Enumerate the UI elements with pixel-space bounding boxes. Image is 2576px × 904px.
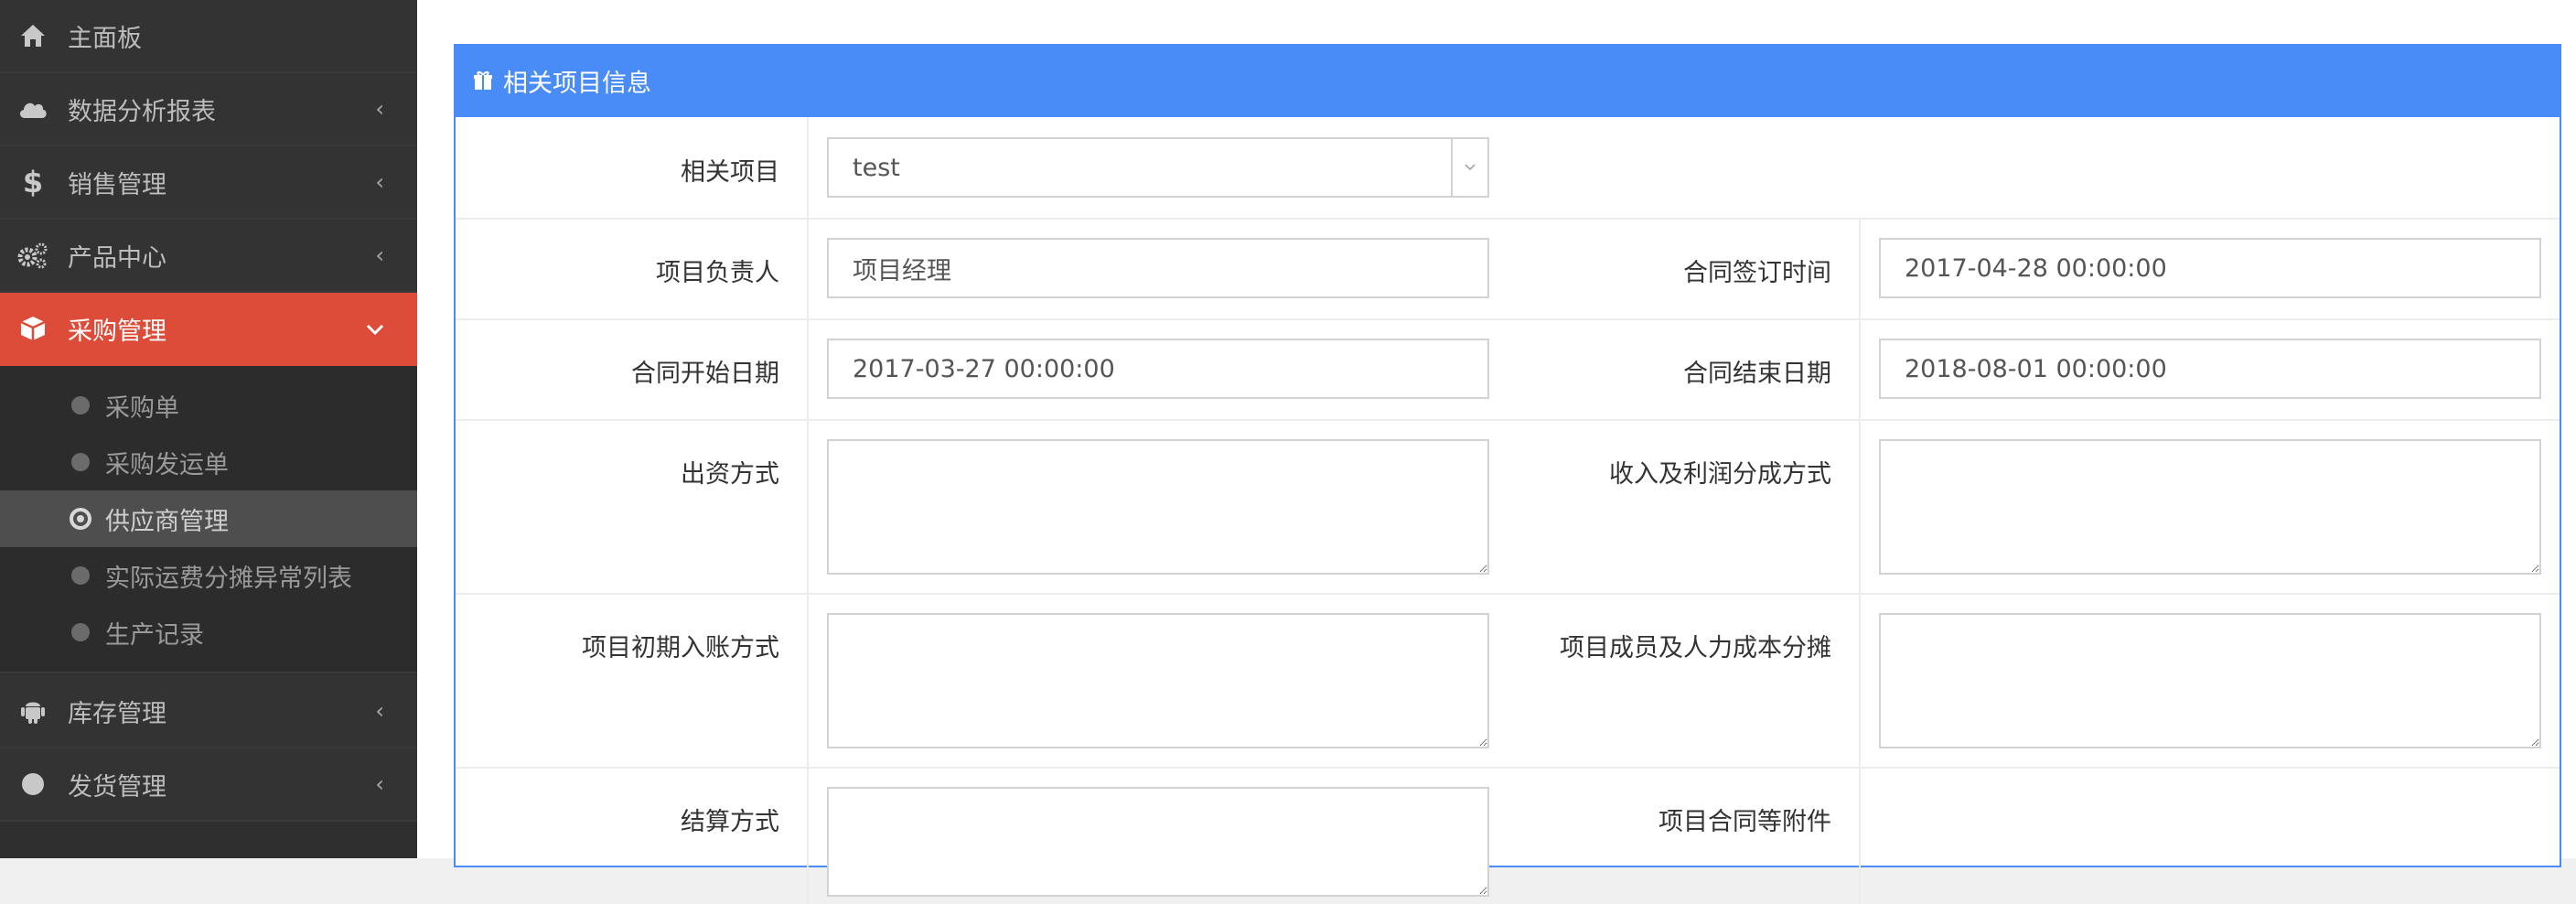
chevron-left-icon: ‹: [375, 96, 384, 122]
purchasing-submenu: 采购单 采购发运单 供应商管理 实际运费分摊异常列表 生产记录: [0, 366, 417, 673]
home-icon: [16, 19, 49, 52]
chevron-down-icon: [366, 316, 384, 341]
nav-label: 产品中心: [68, 243, 166, 273]
submenu-item-freight-exceptions[interactable]: 实际运费分摊异常列表: [0, 547, 417, 604]
submenu-label: 采购发运单: [105, 450, 229, 479]
form-row: 结算方式 项目合同等附件: [456, 767, 2560, 904]
settlement-textarea[interactable]: [827, 787, 1489, 897]
submenu-label: 生产记录: [105, 620, 204, 650]
gift-icon: [472, 70, 494, 91]
submenu-label: 实际运费分摊异常列表: [105, 564, 352, 593]
project-label: 相关项目: [681, 158, 779, 187]
submenu-label: 供应商管理: [105, 507, 229, 536]
submenu-item-production-records[interactable]: 生产记录: [0, 604, 417, 661]
attachment-label: 项目合同等附件: [1658, 808, 1831, 836]
nav-item-data-reports[interactable]: 数据分析报表 ‹: [0, 73, 417, 146]
panel-header: 相关项目信息: [456, 44, 2560, 117]
nav-item-sales[interactable]: $ 销售管理 ‹: [0, 146, 417, 220]
funding-textarea[interactable]: [827, 439, 1489, 575]
submenu-item-supplier-management[interactable]: 供应商管理: [0, 490, 417, 547]
submenu-label: 采购单: [105, 393, 179, 423]
nav-item-dashboard[interactable]: 主面板: [0, 0, 417, 73]
submenu-item-purchase-shipment[interactable]: 采购发运单: [0, 434, 417, 490]
cube-icon: [16, 312, 49, 345]
nav-item-purchasing[interactable]: 采购管理: [0, 293, 417, 366]
cloud-icon: [16, 92, 49, 125]
settlement-label: 结算方式: [681, 808, 779, 836]
project-info-panel: 相关项目信息 相关项目 test 项目负责人 项目经理 合同签订时间 2017-…: [454, 44, 2561, 904]
panel-title: 相关项目信息: [503, 69, 651, 98]
members-cost-label: 项目成员及人力成本分摊: [1560, 634, 1831, 662]
manager-input[interactable]: 项目经理: [827, 238, 1489, 298]
sign-time-label: 合同签订时间: [1683, 259, 1831, 287]
chevron-left-icon: ‹: [375, 771, 384, 797]
nav-label: 发货管理: [68, 772, 166, 802]
project-select-value: test: [853, 153, 900, 182]
funding-label: 出资方式: [681, 460, 779, 489]
initial-entry-textarea[interactable]: [827, 613, 1489, 748]
nav-label: 销售管理: [68, 170, 166, 199]
sidebar: 主面板 数据分析报表 ‹ $ 销售管理 ‹ 产品中心 ‹ 采购管理 采购单 采购…: [0, 0, 417, 858]
nav-item-inventory[interactable]: 库存管理 ‹: [0, 675, 417, 748]
nav-label: 主面板: [68, 24, 142, 53]
circle-icon: [16, 768, 49, 801]
nav-label: 数据分析报表: [68, 97, 216, 126]
profit-label: 收入及利润分成方式: [1609, 460, 1831, 489]
profit-textarea[interactable]: [1879, 439, 2541, 575]
nav-item-products[interactable]: 产品中心 ‹: [0, 220, 417, 293]
circle-icon: [71, 396, 90, 414]
chevron-left-icon: ‹: [375, 698, 384, 724]
form-row: 相关项目 test: [456, 117, 2560, 220]
circle-icon: [71, 623, 90, 641]
manager-label: 项目负责人: [656, 259, 779, 287]
android-icon: [16, 694, 49, 727]
form-row: 合同开始日期 2017-03-27 00:00:00 合同结束日期 2018-0…: [456, 318, 2560, 421]
form-row: 出资方式 收入及利润分成方式: [456, 419, 2560, 595]
circle-icon: [71, 566, 90, 585]
start-date-label: 合同开始日期: [631, 360, 779, 388]
submenu-item-purchase-order[interactable]: 采购单: [0, 377, 417, 434]
project-select[interactable]: test: [827, 137, 1489, 198]
chevron-down-icon[interactable]: [1451, 139, 1487, 196]
dollar-icon: $: [22, 165, 44, 199]
end-date-input[interactable]: 2018-08-01 00:00:00: [1879, 339, 2541, 399]
chevron-left-icon: ‹: [375, 242, 384, 268]
members-cost-textarea[interactable]: [1879, 613, 2541, 748]
nav-label: 采购管理: [68, 317, 166, 346]
end-date-label: 合同结束日期: [1683, 360, 1831, 388]
sign-time-input[interactable]: 2017-04-28 00:00:00: [1879, 238, 2541, 298]
initial-entry-label: 项目初期入账方式: [582, 634, 779, 662]
gears-icon: [16, 239, 49, 272]
dot-circle-icon: [70, 508, 91, 530]
chevron-left-icon: ‹: [375, 169, 384, 195]
nav-label: 库存管理: [68, 699, 166, 728]
circle-icon: [71, 453, 90, 471]
form-row: 项目负责人 项目经理 合同签订时间 2017-04-28 00:00:00: [456, 218, 2560, 320]
main-content: 相关项目信息 相关项目 test 项目负责人 项目经理 合同签订时间 2017-…: [417, 0, 2576, 904]
nav-item-shipping[interactable]: 发货管理 ‹: [0, 748, 417, 822]
start-date-input[interactable]: 2017-03-27 00:00:00: [827, 339, 1489, 399]
form-row: 项目初期入账方式 项目成员及人力成本分摊: [456, 593, 2560, 769]
